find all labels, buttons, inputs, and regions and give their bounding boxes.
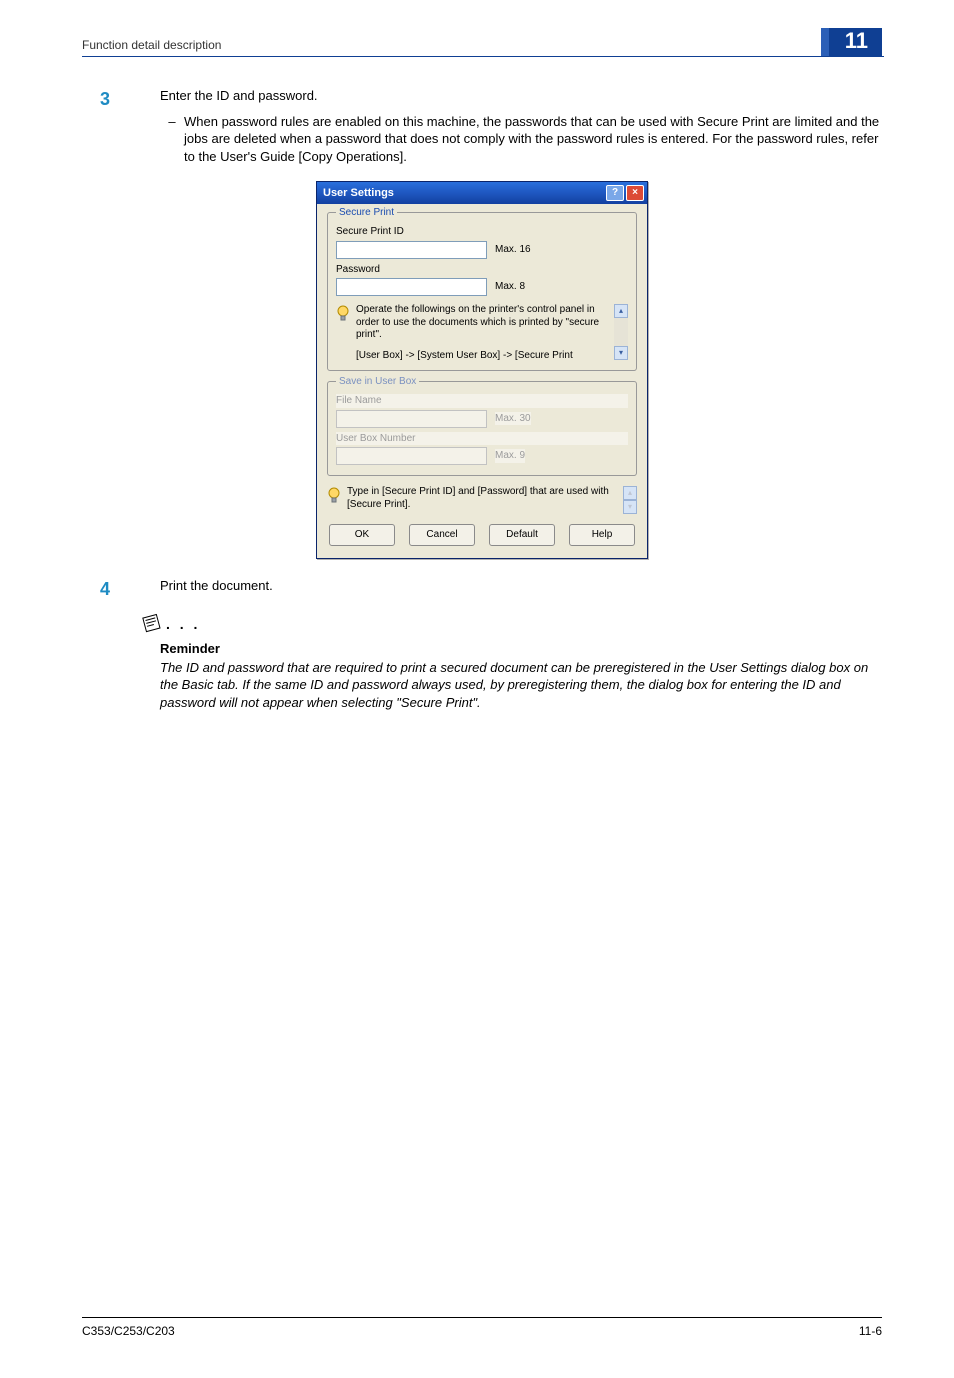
footer-page-number: 11-6	[859, 1324, 882, 1338]
scroll-up-icon[interactable]: ▴	[623, 486, 637, 500]
step-3: 3 Enter the ID and password. – When pass…	[82, 87, 882, 169]
header-rule	[82, 56, 884, 57]
secure-print-info-2: [User Box] -> [System User Box] -> [Secu…	[356, 350, 612, 363]
chapter-number-badge: 11	[821, 28, 882, 56]
dialog-title: User Settings	[323, 186, 394, 201]
step-number: 3	[82, 87, 160, 169]
lightbulb-icon	[327, 487, 341, 514]
lightbulb-icon	[336, 305, 350, 360]
step-text: Enter the ID and password.	[160, 87, 882, 105]
step-number: 4	[82, 577, 160, 601]
bottom-info-scrollbar[interactable]: ▴ ▾	[623, 486, 637, 514]
ok-button[interactable]: OK	[329, 524, 395, 546]
file-name-hint: Max. 30	[495, 412, 531, 426]
scroll-up-icon[interactable]: ▴	[614, 304, 628, 318]
help-icon[interactable]: ?	[606, 185, 624, 201]
close-icon[interactable]: ×	[626, 185, 644, 201]
user-box-number-hint: Max. 9	[495, 449, 525, 463]
file-name-label: File Name	[336, 394, 628, 408]
step-text: Print the document.	[160, 577, 882, 595]
file-name-input	[336, 410, 487, 428]
footer-model: C353/C253/C203	[82, 1324, 175, 1338]
step-4: 4 Print the document.	[82, 577, 882, 601]
secure-print-info-1: Operate the followings on the printer's …	[356, 304, 612, 342]
secure-print-id-label: Secure Print ID	[336, 225, 628, 239]
secure-print-id-input[interactable]	[336, 241, 487, 259]
reminder-body: The ID and password that are required to…	[160, 659, 882, 712]
password-label: Password	[336, 263, 628, 277]
bottom-info-text: Type in [Secure Print ID] and [Password]…	[347, 486, 621, 511]
cancel-button[interactable]: Cancel	[409, 524, 475, 546]
bullet-dash: –	[160, 113, 184, 166]
secure-print-group: Secure Print Secure Print ID Max. 16 Pas…	[327, 212, 637, 371]
user-box-number-input	[336, 447, 487, 465]
scroll-down-icon[interactable]: ▾	[614, 346, 628, 360]
password-hint: Max. 8	[495, 280, 525, 294]
save-in-user-box-group: Save in User Box File Name Max. 30 User …	[327, 381, 637, 476]
secure-print-legend: Secure Print	[336, 206, 397, 220]
save-box-legend: Save in User Box	[336, 375, 419, 389]
breadcrumb: Function detail description	[82, 38, 221, 56]
note-icon	[139, 611, 165, 640]
user-box-number-label: User Box Number	[336, 432, 628, 446]
help-button[interactable]: Help	[569, 524, 635, 546]
password-input[interactable]	[336, 278, 487, 296]
scroll-down-icon[interactable]: ▾	[623, 500, 637, 514]
secure-print-id-hint: Max. 16	[495, 243, 531, 257]
reminder-title: Reminder	[160, 640, 882, 658]
info-scrollbar[interactable]: ▴ ▾	[614, 304, 628, 360]
user-settings-dialog: User Settings ? × Secure Print Secure Pr…	[316, 181, 648, 559]
note-dots: . . .	[166, 615, 200, 636]
step-subtext: When password rules are enabled on this …	[184, 113, 882, 166]
default-button[interactable]: Default	[489, 524, 555, 546]
